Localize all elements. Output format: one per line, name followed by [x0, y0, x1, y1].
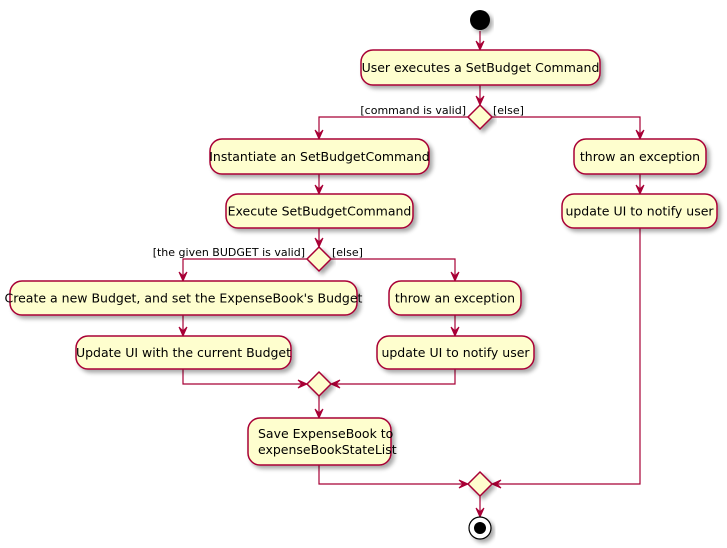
- decision-node-d2: [305, 245, 333, 273]
- action-node-a4: Create a new Budget, and set the Expense…: [5, 280, 363, 316]
- action-node-a3: Execute SetBudgetCommand: [225, 193, 414, 229]
- action-node-a2: Instantiate an SetBudgetCommand: [209, 138, 430, 175]
- action-label: expenseBookStateList: [258, 442, 397, 457]
- flow-edge: [331, 258, 456, 281]
- action-label: update UI to notify user: [565, 204, 714, 219]
- guard-label-left: [command is valid]: [360, 104, 466, 117]
- action-label: Update UI with the current Budget: [76, 345, 291, 360]
- action-label: User executes a SetBudget Command: [362, 60, 600, 75]
- merge-node-m2: [466, 470, 494, 498]
- action-label: Create a new Budget, and set the Expense…: [5, 291, 363, 306]
- end-node-inner: [474, 522, 486, 534]
- action-label: Execute SetBudgetCommand: [228, 204, 412, 219]
- action-node-a1: User executes a SetBudget Command: [360, 49, 601, 86]
- flow-edge: [492, 116, 641, 139]
- action-node-a5: throw an exception: [388, 280, 522, 316]
- action-label: throw an exception: [580, 149, 700, 164]
- guard-label-left: [the given BUDGET is valid]: [153, 246, 305, 259]
- flow-nodes: User executes a SetBudget Command Instant…: [5, 10, 718, 540]
- action-label: throw an exception: [395, 291, 515, 306]
- guard-label-right: [else]: [493, 104, 524, 117]
- start-node: [470, 10, 490, 30]
- flow-edge: [182, 258, 307, 281]
- activity-diagram: User executes a SetBudget Command Instant…: [5, 10, 718, 540]
- flow-edge: [318, 465, 468, 485]
- action-node-a10: update UI to notify user: [561, 193, 718, 229]
- action-label: update UI to notify user: [381, 345, 530, 360]
- flow-edge: [182, 369, 307, 385]
- action-label: Instantiate an SetBudgetCommand: [209, 149, 430, 164]
- merge-node-m1: [305, 370, 333, 398]
- action-node-a7: update UI to notify user: [376, 335, 535, 370]
- flow-edge: [331, 369, 456, 385]
- action-node-a8: Save ExpenseBook toexpenseBookStateList: [247, 417, 397, 466]
- action-label: Save ExpenseBook to: [258, 426, 393, 441]
- action-node-a6: Update UI with the current Budget: [75, 335, 292, 370]
- flow-edge: [318, 116, 468, 139]
- action-node-a9: throw an exception: [573, 138, 707, 175]
- guard-labels: [command is valid] [else] [the given BUDGE…: [153, 104, 524, 259]
- guard-label-right: [else]: [332, 246, 363, 259]
- decision-node-d1: [466, 103, 494, 131]
